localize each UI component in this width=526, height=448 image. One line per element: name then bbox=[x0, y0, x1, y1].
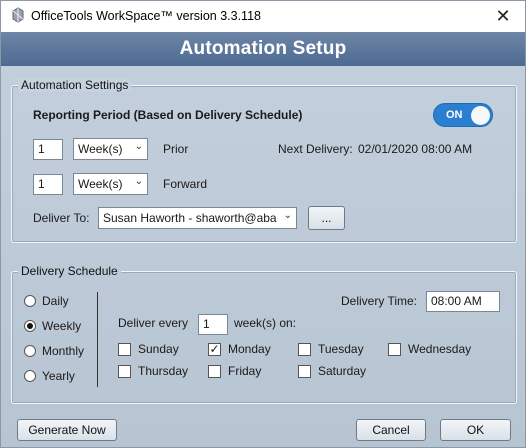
frequency-label: Yearly bbox=[42, 369, 75, 383]
frequency-radio-yearly[interactable]: Yearly bbox=[24, 369, 75, 383]
day-label: Thursday bbox=[138, 364, 189, 378]
forward-count-value: 1 bbox=[38, 177, 45, 191]
frequency-radio-weekly[interactable]: Weekly bbox=[24, 319, 81, 333]
delivery-time-input[interactable]: 08:00 AM bbox=[426, 291, 500, 312]
ok-label: OK bbox=[466, 423, 485, 437]
toggle-knob bbox=[471, 106, 490, 125]
checkbox-box bbox=[118, 342, 131, 356]
deliver-to-value: Susan Haworth - shaworth@aba bbox=[103, 211, 277, 225]
header-banner: Automation Setup bbox=[1, 32, 525, 66]
checkbox-box bbox=[298, 364, 311, 378]
schedule-divider bbox=[97, 292, 98, 387]
page-title: Automation Setup bbox=[179, 38, 347, 59]
day-label: Sunday bbox=[138, 342, 179, 356]
window-title: OfficeTools WorkSpace™ version 3.3.118 bbox=[31, 9, 261, 23]
day-label: Saturday bbox=[318, 364, 367, 378]
ok-button[interactable]: OK bbox=[440, 419, 511, 441]
radio-indicator bbox=[24, 345, 36, 357]
deliver-every-value: 1 bbox=[203, 317, 210, 331]
prior-unit-value: Week(s) bbox=[78, 142, 123, 156]
cancel-button[interactable]: Cancel bbox=[356, 419, 426, 441]
delivery-time-label: Delivery Time: bbox=[341, 294, 418, 308]
close-button[interactable]: ✕ bbox=[485, 3, 521, 29]
prior-label: Prior bbox=[163, 142, 189, 156]
app-logo-icon bbox=[12, 7, 24, 23]
day-label: Monday bbox=[228, 342, 271, 356]
forward-unit-select[interactable]: Week(s) ⌄ bbox=[73, 173, 148, 195]
chevron-down-icon: ⌄ bbox=[283, 210, 292, 221]
forward-unit-value: Week(s) bbox=[78, 177, 123, 191]
delivery-time-value: 08:00 AM bbox=[431, 294, 482, 308]
next-delivery-label: Next Delivery: bbox=[278, 142, 353, 156]
reporting-period-toggle[interactable]: ON bbox=[433, 103, 493, 127]
forward-label: Forward bbox=[163, 177, 208, 191]
automation-settings-legend: Automation Settings bbox=[18, 78, 132, 92]
reporting-period-label: Reporting Period (Based on Delivery Sche… bbox=[33, 108, 303, 122]
frequency-label: Monthly bbox=[42, 344, 85, 358]
chevron-down-icon: ⌄ bbox=[134, 141, 143, 152]
checkbox-box bbox=[208, 364, 221, 378]
checkbox-box bbox=[298, 342, 311, 356]
browse-recipients-button[interactable]: ... bbox=[308, 206, 345, 230]
delivery-schedule-legend: Delivery Schedule bbox=[18, 264, 121, 278]
frequency-radio-daily[interactable]: Daily bbox=[24, 294, 69, 308]
frequency-radio-monthly[interactable]: Monthly bbox=[24, 344, 84, 358]
automation-setup-window: OfficeTools WorkSpace™ version 3.3.118 ✕… bbox=[0, 0, 526, 448]
radio-indicator bbox=[24, 370, 36, 382]
checkbox-box bbox=[118, 364, 131, 378]
day-checkbox-tuesday[interactable]: Tuesday bbox=[298, 342, 364, 356]
forward-count-input[interactable]: 1 bbox=[33, 174, 63, 195]
checkmark-icon: ✓ bbox=[208, 341, 221, 356]
generate-now-label: Generate Now bbox=[28, 423, 106, 437]
deliver-every-input[interactable]: 1 bbox=[198, 314, 228, 335]
radio-indicator bbox=[24, 320, 36, 332]
prior-unit-select[interactable]: Week(s) ⌄ bbox=[73, 138, 148, 160]
day-checkbox-thursday[interactable]: Thursday bbox=[118, 364, 188, 378]
deliver-every-label: Deliver every bbox=[118, 316, 189, 330]
frequency-label: Daily bbox=[42, 294, 69, 308]
generate-now-button[interactable]: Generate Now bbox=[17, 419, 117, 441]
day-checkbox-wednesday[interactable]: Wednesday bbox=[388, 342, 471, 356]
deliver-to-label: Deliver To: bbox=[33, 211, 90, 225]
browse-button-label: ... bbox=[321, 211, 332, 225]
prior-count-input[interactable]: 1 bbox=[33, 139, 63, 160]
day-checkbox-friday[interactable]: Friday bbox=[208, 364, 261, 378]
deliver-to-select[interactable]: Susan Haworth - shaworth@aba ⌄ bbox=[98, 207, 297, 229]
prior-count-value: 1 bbox=[38, 142, 45, 156]
day-label: Tuesday bbox=[318, 342, 364, 356]
day-checkbox-sunday[interactable]: Sunday bbox=[118, 342, 179, 356]
checkbox-box bbox=[388, 342, 401, 356]
cancel-label: Cancel bbox=[372, 423, 410, 437]
title-bar: OfficeTools WorkSpace™ version 3.3.118 ✕ bbox=[1, 1, 525, 32]
frequency-label: Weekly bbox=[42, 319, 82, 333]
day-label: Wednesday bbox=[408, 342, 472, 356]
radio-indicator bbox=[24, 295, 36, 307]
close-icon: ✕ bbox=[495, 5, 511, 26]
chevron-down-icon: ⌄ bbox=[134, 176, 143, 187]
day-label: Friday bbox=[228, 364, 262, 378]
next-delivery-value: 02/01/2020 08:00 AM bbox=[358, 142, 473, 156]
toggle-state-label: ON bbox=[446, 109, 463, 121]
weeks-on-label: week(s) on: bbox=[234, 316, 297, 330]
day-checkbox-monday[interactable]: ✓ Monday bbox=[208, 342, 271, 356]
day-checkbox-saturday[interactable]: Saturday bbox=[298, 364, 366, 378]
